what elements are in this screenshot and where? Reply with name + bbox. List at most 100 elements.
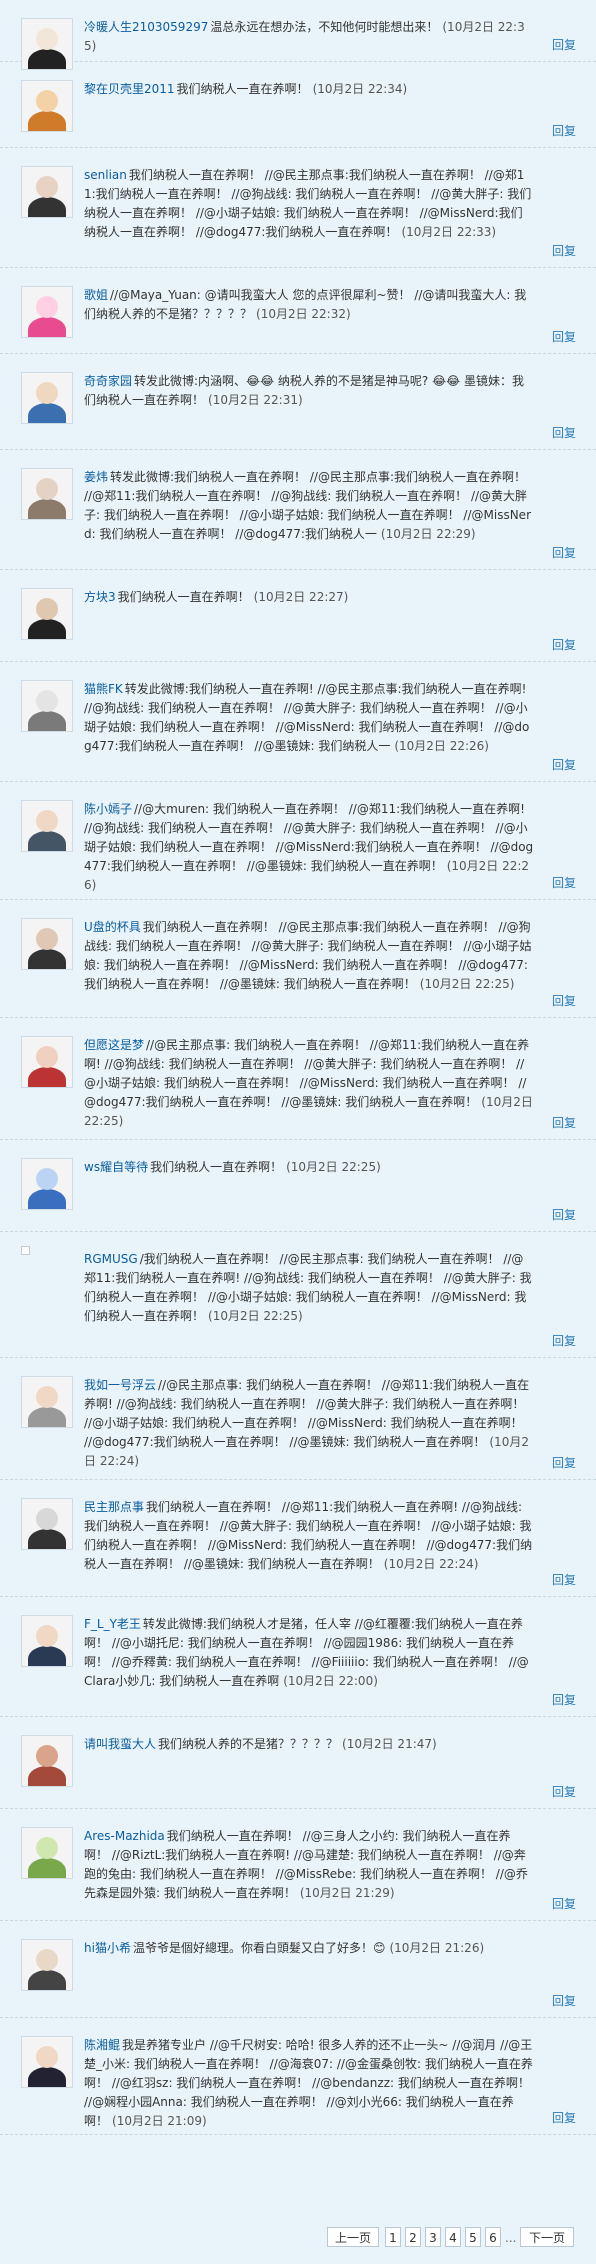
comment-timestamp: (10月2日 22:31) — [208, 393, 303, 407]
avatar[interactable] — [21, 588, 73, 640]
reply-link[interactable]: 回复 — [552, 36, 576, 53]
avatar-face — [36, 382, 58, 404]
comment-author-link[interactable]: Ares-Mazhida — [84, 1829, 165, 1843]
avatar-face — [36, 2046, 58, 2068]
reply-link[interactable]: 回复 — [552, 756, 576, 773]
comment-item: Ares-Mazhida 我们纳税人一直在养啊！ //@三身人之小约: 我们纳税人… — [0, 1809, 596, 1921]
page-4-button[interactable]: 4 — [445, 2227, 461, 2247]
reply-link[interactable]: 回复 — [552, 1895, 576, 1912]
comment-timestamp: (10月2日 21:09) — [112, 2114, 207, 2128]
avatar-body — [28, 499, 66, 519]
comment-author-link[interactable]: 猫熊FK — [84, 682, 123, 696]
avatar-face — [36, 810, 58, 832]
page-3-button[interactable]: 3 — [425, 2227, 441, 2247]
comment-text: 温总永远在想办法，不知他何时能想出来！ — [210, 20, 439, 34]
comment-item: 猫熊FK 转发此微博:我们纳税人一直在养啊! //@民主那点事:我们纳税人一直在养… — [0, 662, 596, 782]
reply-link[interactable]: 回复 — [552, 328, 576, 345]
comment-author-link[interactable]: 但愿这是梦 — [84, 1038, 144, 1052]
comment-content: U盘的杯具 我们纳税人一直在养啊！ //@民主那点事:我们纳税人一直在养啊！ //… — [84, 918, 534, 994]
avatar[interactable] — [21, 80, 73, 132]
avatar-body — [28, 1529, 66, 1549]
page-2-button[interactable]: 2 — [405, 2227, 421, 2247]
avatar[interactable] — [21, 468, 73, 520]
avatar-body — [28, 1646, 66, 1666]
comment-item: ws耀自等待 我们纳税人一直在养啊！ (10月2日 22:25) 回复 — [0, 1140, 596, 1232]
comment-item: 陈小嫣子//@大muren: 我们纳税人一直在养啊！ //@郑11:我们纳税人一… — [0, 782, 596, 900]
comment-timestamp: (10月2日 22:00) — [283, 1674, 378, 1688]
comment-author-link[interactable]: 陈小嫣子 — [84, 802, 132, 816]
avatar[interactable] — [21, 1498, 73, 1550]
page-1-button[interactable]: 1 — [385, 2227, 401, 2247]
comment-author-link[interactable]: 我如一号浮云 — [84, 1378, 156, 1392]
comment-author-link[interactable]: ws耀自等待 — [84, 1160, 148, 1174]
comment-author-link[interactable]: 黎在贝壳里2011 — [84, 82, 175, 96]
comment-author-link[interactable]: hi猫小希 — [84, 1941, 131, 1955]
reply-link[interactable]: 回复 — [552, 1783, 576, 1800]
avatar-body — [28, 949, 66, 969]
avatar[interactable] — [21, 1376, 73, 1428]
avatar[interactable] — [21, 680, 73, 732]
comment-author-link[interactable]: senlian — [84, 168, 127, 182]
reply-link[interactable]: 回复 — [552, 1206, 576, 1223]
comment-author-link[interactable]: 陈湘鲲 — [84, 2038, 120, 2052]
reply-link[interactable]: 回复 — [552, 1992, 576, 2009]
comment-item: 我如一号浮云//@民主那点事: 我们纳税人一直在养啊！ //@郑11:我们纳税人… — [0, 1358, 596, 1480]
avatar[interactable] — [21, 2036, 73, 2088]
avatar-face — [36, 90, 58, 112]
reply-link[interactable]: 回复 — [552, 544, 576, 561]
next-page-button[interactable]: 下一页 — [520, 2227, 574, 2247]
comment-author-link[interactable]: 冷暖人生2103059297 — [84, 20, 208, 34]
comment-item: 民主那点事 我们纳税人一直在养啊！ //@郑11:我们纳税人一直在养啊! //@狗… — [0, 1480, 596, 1597]
comment-author-link[interactable]: 请叫我蛮大人 — [84, 1737, 156, 1751]
reply-link[interactable]: 回复 — [552, 992, 576, 1009]
reply-link[interactable]: 回复 — [552, 2109, 576, 2126]
avatar-body — [28, 1407, 66, 1427]
avatar-face — [36, 1046, 58, 1068]
reply-link[interactable]: 回复 — [552, 1332, 576, 1349]
comment-author-link[interactable]: 奇奇家园 — [84, 374, 132, 388]
avatar[interactable] — [21, 1615, 73, 1667]
avatar-placeholder — [21, 1246, 31, 1256]
avatar[interactable] — [21, 1735, 73, 1787]
page-6-button[interactable]: 6 — [485, 2227, 501, 2247]
comment-content: 请叫我蛮大人 我们纳税人养的不是猪？？？？？ (10月2日 21:47) — [84, 1735, 534, 1754]
comment-author-link[interactable]: RGMUSG — [84, 1252, 138, 1266]
reply-link[interactable]: 回复 — [552, 874, 576, 891]
comment-author-link[interactable]: 姜炜 — [84, 470, 108, 484]
comment-content: 黎在贝壳里2011 我们纳税人一直在养啊！ (10月2日 22:34) — [84, 80, 534, 99]
comment-item: 黎在贝壳里2011 我们纳税人一直在养啊！ (10月2日 22:34) 回复 — [0, 62, 596, 148]
comment-item: senlian 我们纳税人一直在养啊！ //@民主那点事:我们纳税人一直在养啊！ … — [0, 148, 596, 268]
avatar[interactable] — [21, 166, 73, 218]
comment-author-link[interactable]: 歌姐 — [84, 288, 108, 302]
avatar[interactable] — [21, 918, 73, 970]
comment-content: senlian 我们纳税人一直在养啊！ //@民主那点事:我们纳税人一直在养啊！ … — [84, 166, 534, 242]
comment-author-link[interactable]: 民主那点事 — [84, 1500, 144, 1514]
avatar[interactable] — [21, 800, 73, 852]
avatar[interactable] — [21, 1158, 73, 1210]
avatar[interactable] — [21, 1939, 73, 1991]
comment-timestamp: (10月2日 21:29) — [299, 1886, 395, 1900]
comment-author-link[interactable]: 方块3 — [84, 590, 116, 604]
avatar-face — [36, 928, 58, 950]
comment-timestamp: (10月2日 22:26) — [394, 739, 489, 753]
comment-author-link[interactable]: F_L_Y老王 — [84, 1617, 141, 1631]
comment-item: 陈湘鲲 我是养猪专业户 //@千尺树安: 哈哈! 很多人养的还不止一头~ //@润… — [0, 2018, 596, 2135]
page-5-button[interactable]: 5 — [465, 2227, 481, 2247]
pagination-ellipsis: ... — [505, 2231, 517, 2245]
avatar[interactable] — [21, 286, 73, 338]
avatar-body — [28, 1189, 66, 1209]
reply-link[interactable]: 回复 — [552, 1571, 576, 1588]
avatar[interactable] — [21, 372, 73, 424]
reply-link[interactable]: 回复 — [552, 1114, 576, 1131]
comment-author-link[interactable]: U盘的杯具 — [84, 920, 141, 934]
avatar[interactable] — [21, 1827, 73, 1879]
reply-link[interactable]: 回复 — [552, 122, 576, 139]
reply-link[interactable]: 回复 — [552, 424, 576, 441]
avatar-body — [28, 1766, 66, 1786]
reply-link[interactable]: 回复 — [552, 242, 576, 259]
prev-page-button[interactable]: 上一页 — [327, 2227, 379, 2247]
reply-link[interactable]: 回复 — [552, 1454, 576, 1471]
avatar[interactable] — [21, 1036, 73, 1088]
reply-link[interactable]: 回复 — [552, 636, 576, 653]
reply-link[interactable]: 回复 — [552, 1691, 576, 1708]
